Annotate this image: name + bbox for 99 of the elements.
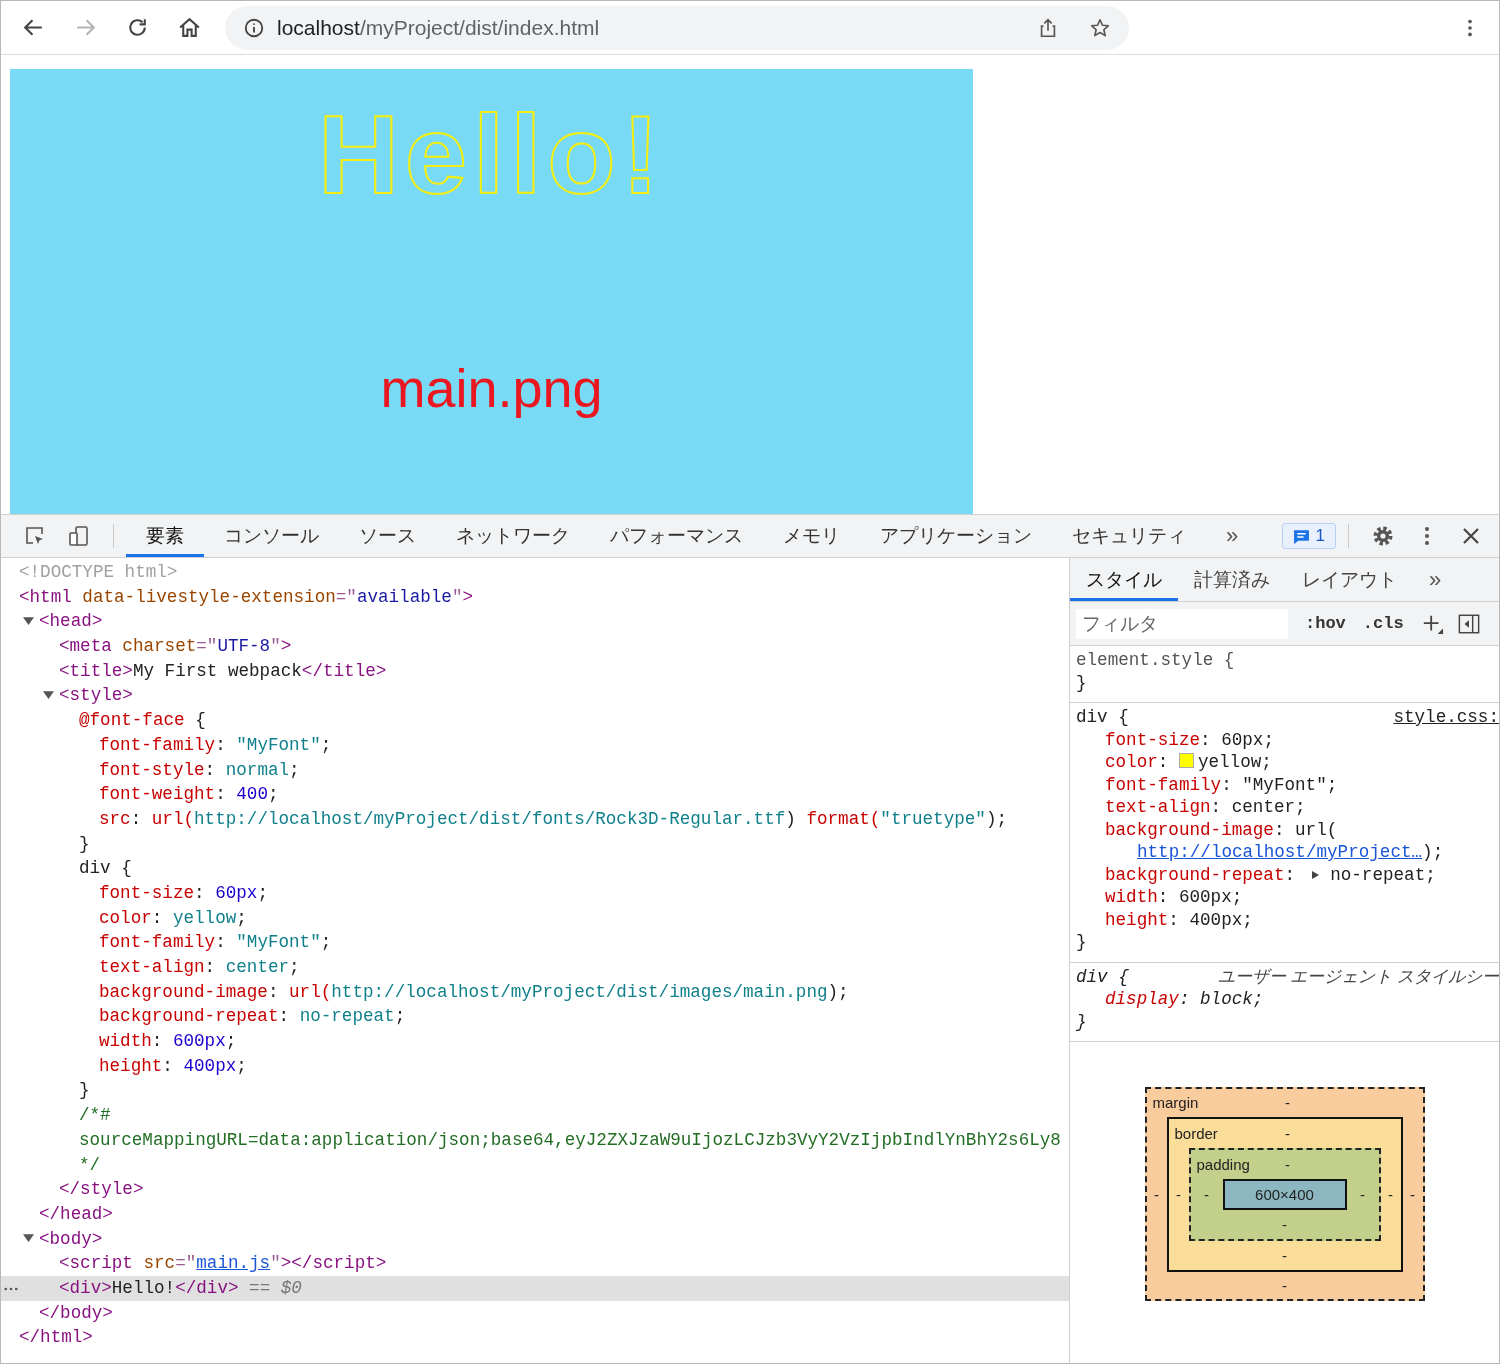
dom-tree-node[interactable]: <div>Hello!</div> == $0 — [1, 1275, 1069, 1301]
closing-brace: } — [1076, 671, 1088, 694]
devtools-tab[interactable]: 要素 — [126, 515, 204, 557]
dom-tree-node[interactable]: <html data-livestyle-extension="available"> — [1, 584, 1069, 610]
hover-state-button[interactable]: :hov — [1305, 614, 1346, 633]
dom-tree-node[interactable]: /*# — [1, 1103, 1069, 1128]
devtools-tab[interactable]: ソース — [339, 515, 436, 557]
dom-tree-node[interactable]: } — [1, 831, 1069, 857]
sidebar-tab[interactable]: 計算済み — [1178, 558, 1286, 601]
rule-origin: ユーザー エージェント スタイルシー — [1217, 965, 1499, 988]
dom-tree-node[interactable]: <script src="main.js"></script> — [1, 1251, 1069, 1276]
box-model-value: - — [1285, 1155, 1290, 1173]
dom-tree-node[interactable]: background-repeat: no-repeat; — [1, 1004, 1069, 1030]
css-selector: div { — [1076, 706, 1129, 729]
settings-icon[interactable] — [1371, 524, 1395, 548]
box-model-value: - — [1282, 1276, 1287, 1294]
box-model-value: - — [1203, 1185, 1210, 1203]
box-model-value: - — [1282, 1215, 1287, 1233]
dom-tree-node[interactable]: color: yellow; — [1, 905, 1069, 931]
outlined-heading: Hello! — [317, 99, 666, 211]
disclosure-triangle-icon[interactable] — [23, 1232, 34, 1244]
box-model-value: - — [1409, 1185, 1416, 1203]
dom-tree-node[interactable]: height: 400px; — [1, 1053, 1069, 1079]
css-declaration[interactable]: font-size: 60px; — [1076, 728, 1499, 751]
message-icon — [1292, 527, 1310, 545]
disclosure-triangle-icon[interactable] — [43, 689, 54, 701]
dom-tree-node[interactable]: font-size: 60px; — [1, 880, 1069, 906]
sidebar-tab[interactable]: レイアウト — [1286, 558, 1413, 601]
menu-icon[interactable] — [1423, 524, 1431, 548]
class-toggle-button[interactable]: .cls — [1362, 614, 1404, 633]
css-selector: div { — [1076, 965, 1129, 988]
url-link[interactable]: http://localhost/myProject… — [1137, 842, 1423, 862]
dom-tree-node[interactable]: font-style: normal; — [1, 757, 1069, 783]
closing-brace: } — [1076, 1010, 1088, 1033]
content-box: 600×400 — [1222, 1178, 1347, 1210]
dom-tree-node[interactable]: src: url(http://localhost/myProject/dist/fonts/Rock3D-Regular.ttf) format("truetype"); — [1, 806, 1069, 832]
ellipsis-icon[interactable] — [4, 1286, 18, 1291]
dom-tree-node[interactable]: <meta charset="UTF-8"> — [1, 634, 1069, 659]
closing-brace: } — [1076, 931, 1088, 954]
box-model-value: - — [1282, 1246, 1287, 1264]
dom-tree-node[interactable]: </html> — [1, 1325, 1069, 1350]
device-icon[interactable] — [67, 524, 91, 548]
issues-button[interactable]: 1 — [1281, 523, 1336, 549]
home-icon[interactable] — [177, 15, 202, 40]
css-declaration[interactable]: text-align: center; — [1076, 796, 1499, 819]
css-declaration[interactable]: background-repeat: no-repeat; — [1076, 863, 1499, 886]
disclosure-triangle-icon[interactable] — [23, 615, 34, 627]
color-swatch[interactable] — [1178, 753, 1194, 768]
filter-field[interactable]: フィルタ — [1076, 608, 1288, 639]
devtools-tab[interactable]: メモリ — [763, 515, 860, 557]
dom-tree-node[interactable]: </style> — [1, 1177, 1069, 1202]
address-bar[interactable]: localhost/myProject/dist/index.html — [225, 5, 1129, 50]
devtools-tab[interactable]: セキュリティ — [1052, 515, 1206, 557]
dom-tree-node[interactable]: font-family: "MyFont"; — [1, 732, 1069, 758]
box-model-value: - — [1285, 1094, 1290, 1112]
dom-tree-node[interactable]: sourceMappingURL=data:application/json;base64,eyJ2ZXJzaW9uIjozLCJzb3VyY2VzIjpbIndlYnBhY2s6Ly8 — [1, 1127, 1069, 1153]
dom-tree-node[interactable]: background-image: url(http://localhost/myProject/dist/images/main.png); — [1, 979, 1069, 1005]
url-link[interactable]: main.js — [196, 1253, 271, 1274]
expand-triangle-icon[interactable] — [1309, 869, 1320, 880]
css-declaration[interactable]: display: block; — [1076, 988, 1499, 1011]
info-icon[interactable] — [243, 16, 265, 39]
dom-tree-node[interactable]: font-weight: 400; — [1, 782, 1069, 807]
dom-tree-node[interactable]: </head> — [1, 1201, 1069, 1227]
dom-tree-node[interactable]: @font-face { — [1, 708, 1069, 733]
dom-tree-node[interactable]: </body> — [1, 1300, 1069, 1326]
box-model-value: - — [1285, 1124, 1290, 1142]
dom-tree-node[interactable]: <style> — [1, 683, 1069, 709]
devtools-tab[interactable]: パフォーマンス — [590, 515, 763, 557]
dom-tree-node[interactable]: */ — [1, 1152, 1069, 1178]
source-link[interactable]: style.css: — [1393, 706, 1499, 729]
box-model-label: margin — [1152, 1094, 1200, 1112]
css-declaration[interactable]: width: 600px; — [1076, 886, 1499, 909]
css-declaration[interactable]: font-family: "MyFont"; — [1076, 773, 1499, 796]
devtools-tab[interactable]: アプリケーション — [860, 515, 1052, 557]
dom-tree-node[interactable]: <head> — [1, 609, 1069, 635]
url-text: localhost/myProject/dist/index.html — [277, 15, 600, 40]
box-model-label: border — [1174, 1124, 1219, 1142]
sidebar-toggle-icon[interactable] — [1457, 612, 1480, 635]
box-model-value: - — [1359, 1185, 1366, 1203]
css-selector: element.style { — [1076, 649, 1235, 672]
dom-tree-node[interactable]: } — [1, 1078, 1069, 1104]
box-model-value: - — [1387, 1185, 1394, 1203]
css-declaration[interactable]: height: 400px; — [1076, 908, 1499, 931]
more-tabs-button[interactable]: » — [1413, 558, 1458, 601]
star-icon[interactable] — [1089, 16, 1111, 39]
dom-tree-node[interactable]: <body> — [1, 1226, 1069, 1252]
dom-tree-node[interactable]: div { — [1, 856, 1069, 881]
dom-tree-node[interactable]: <title>My First webpack</title> — [1, 658, 1069, 684]
box-model-value: - — [1153, 1185, 1160, 1203]
more-tabs-button[interactable]: » — [1206, 523, 1259, 549]
css-declaration[interactable]: color: yellow; — [1076, 751, 1499, 774]
devtools-tab[interactable]: コンソール — [204, 515, 339, 557]
dom-tree-node[interactable]: font-family: "MyFont"; — [1, 930, 1069, 955]
box-model-label: padding — [1196, 1155, 1251, 1173]
css-declaration[interactable]: background-image: url( http://localhost/myProject…); — [1076, 818, 1499, 864]
dom-tree-node[interactable]: text-align: center; — [1, 955, 1069, 980]
dom-tree-node[interactable]: width: 600px; — [1, 1029, 1069, 1054]
box-model-value: - — [1175, 1185, 1182, 1203]
devtools-tab[interactable]: ネットワーク — [436, 515, 590, 557]
